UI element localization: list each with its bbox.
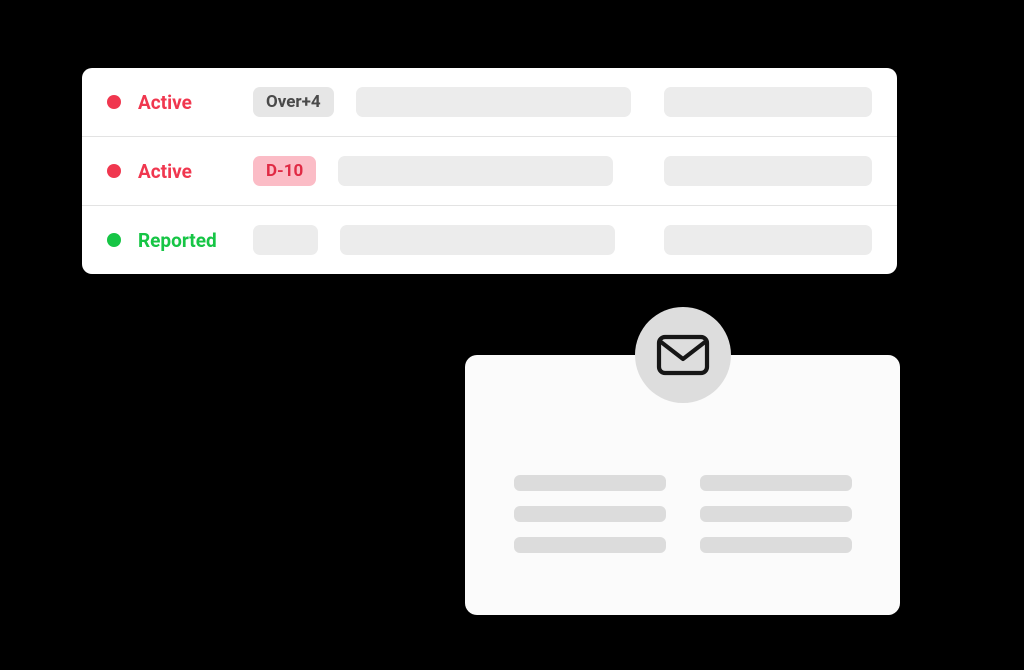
status-dot-icon	[107, 164, 121, 178]
status-dot-icon	[107, 95, 121, 109]
placeholder-line	[700, 475, 852, 491]
placeholder-line	[514, 475, 666, 491]
placeholder-line	[700, 506, 852, 522]
status-panel: Active Over+4 Active D-10 Reported	[82, 68, 897, 274]
mail-card	[465, 355, 900, 615]
placeholder-bar	[664, 156, 872, 186]
status-label: Active	[138, 160, 253, 183]
placeholder-bar	[340, 225, 615, 255]
placeholder-line	[514, 537, 666, 553]
placeholder-bar	[664, 87, 872, 117]
status-row[interactable]: Reported	[82, 206, 897, 274]
due-pill: D-10	[253, 156, 316, 186]
placeholder-bar	[338, 156, 613, 186]
placeholder-bar	[356, 87, 631, 117]
placeholder-line	[700, 537, 852, 553]
status-dot-icon	[107, 233, 121, 247]
mail-column-left	[514, 475, 666, 553]
mail-content	[465, 475, 900, 553]
mail-icon-circle[interactable]	[635, 307, 731, 403]
due-pill-placeholder	[253, 225, 318, 255]
placeholder-line	[514, 506, 666, 522]
mail-icon	[656, 334, 710, 376]
status-label: Active	[138, 91, 253, 114]
due-pill: Over+4	[253, 87, 334, 117]
mail-column-right	[700, 475, 852, 553]
status-label: Reported	[138, 229, 253, 252]
placeholder-bar	[664, 225, 872, 255]
status-row[interactable]: Active Over+4	[82, 68, 897, 137]
status-row[interactable]: Active D-10	[82, 137, 897, 206]
